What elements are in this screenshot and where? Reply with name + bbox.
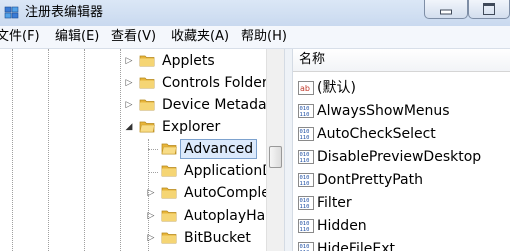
folder-icon	[139, 55, 155, 67]
column-header-name[interactable]: 名称	[293, 49, 510, 72]
menu-edit[interactable]: 编辑(E)	[55, 29, 99, 45]
minimize-button[interactable]	[424, 0, 468, 19]
folder-icon	[139, 77, 155, 89]
menu-view[interactable]: 查看(V)	[111, 29, 156, 45]
title-bar: 注册表编辑器	[0, 0, 510, 27]
window-title: 注册表编辑器	[25, 5, 104, 20]
pane-splitter[interactable]	[284, 49, 293, 251]
expand-arrow-icon[interactable]: ▷	[124, 100, 134, 110]
scrollbar-thumb[interactable]	[269, 146, 282, 168]
maximize-button[interactable]	[468, 0, 510, 19]
value-row-hidden[interactable]: 010 110 Hidden	[293, 215, 510, 238]
tree-item-device-metadata[interactable]: ▷ Device Metadata	[0, 95, 266, 117]
value-name: Filter	[317, 195, 352, 211]
open-folder-icon	[161, 143, 177, 155]
registry-editor-icon	[4, 6, 19, 19]
value-name: HideFileExt	[317, 241, 395, 251]
tree-item-autocomplete[interactable]: ▷ AutoComplet	[0, 183, 266, 205]
tree-item-label: Explorer	[162, 119, 221, 135]
expand-arrow-icon[interactable]: ▷	[146, 188, 156, 198]
menu-help[interactable]: 帮助(H)	[241, 29, 287, 45]
folder-icon	[161, 165, 177, 177]
tree-item-applicationd[interactable]: ApplicationD	[0, 161, 266, 183]
value-name: AlwaysShowMenus	[317, 103, 450, 119]
tree-item-label: ApplicationD	[184, 163, 266, 179]
binary-value-icon: 010 110	[298, 242, 314, 251]
value-name: AutoCheckSelect	[317, 126, 436, 142]
tree-item-explorer[interactable]: ◢ Explorer	[0, 117, 266, 139]
binary-value-icon: 010 110	[298, 150, 314, 164]
value-row-default[interactable]: ab (默认)	[293, 77, 510, 100]
expand-arrow-icon[interactable]: ▷	[124, 78, 134, 88]
tree-item-label: Advanced	[180, 139, 258, 159]
tree-item-label: AutoComplet	[184, 185, 266, 201]
binary-value-icon: 010 110	[298, 196, 314, 210]
value-name: Hidden	[317, 218, 367, 234]
tree-item-label: Device Metadata	[162, 97, 266, 113]
folder-icon	[161, 210, 177, 222]
value-name: (默认)	[317, 80, 356, 96]
tree-item-label: Controls Folder	[162, 75, 266, 91]
tree-item-bitbucket[interactable]: ▷ BitBucket	[0, 228, 266, 250]
tree-item-autoplayhandlers[interactable]: ▷ AutoplayHan	[0, 206, 266, 228]
minimize-icon	[440, 9, 452, 15]
expand-arrow-icon[interactable]: ▷	[146, 233, 156, 243]
value-row-alwaysshowmenus[interactable]: 010 110 AlwaysShowMenus	[293, 100, 510, 123]
column-header-label: 名称	[299, 52, 326, 67]
value-row-autocheckselect[interactable]: 010 110 AutoCheckSelect	[293, 123, 510, 146]
values-list[interactable]: 名称 ab (默认) 010 110 AlwaysShowMenus 010 1…	[293, 49, 510, 251]
binary-value-icon: 010 110	[298, 173, 314, 187]
expand-arrow-icon[interactable]: ▷	[124, 56, 134, 66]
tree-item-advanced[interactable]: Advanced	[0, 139, 266, 161]
svg-text:110: 110	[300, 181, 310, 187]
open-folder-icon	[139, 121, 155, 133]
value-row-dontprettypath[interactable]: 010 110 DontPrettyPath	[293, 169, 510, 192]
expand-arrow-icon[interactable]: ▷	[146, 211, 156, 221]
svg-text:110: 110	[300, 158, 310, 164]
folder-icon	[161, 232, 177, 244]
tree-item-label: BitBucket	[184, 230, 251, 246]
value-row-hidefileext[interactable]: 010 110 HideFileExt	[293, 238, 510, 251]
maximize-icon	[483, 3, 495, 15]
binary-value-icon: 010 110	[298, 219, 314, 233]
value-row-filter[interactable]: 010 110 Filter	[293, 192, 510, 215]
folder-icon	[161, 187, 177, 199]
tree-item-applets[interactable]: ▷ Applets	[0, 51, 266, 73]
value-name: DontPrettyPath	[317, 172, 423, 188]
svg-text:110: 110	[300, 135, 310, 141]
tree-item-controls-folder[interactable]: ▷ Controls Folder	[0, 73, 266, 95]
value-name: DisablePreviewDesktop	[317, 149, 482, 165]
registry-tree[interactable]: ▷ Applets ▷ Controls Folder ▷ Device Met…	[0, 49, 266, 251]
binary-value-icon: 010 110	[298, 104, 314, 118]
svg-text:110: 110	[300, 204, 310, 210]
collapse-arrow-icon[interactable]: ◢	[124, 122, 134, 132]
svg-text:110: 110	[300, 112, 310, 118]
menu-file[interactable]: 文件(F)	[0, 29, 40, 45]
svg-text:110: 110	[300, 227, 310, 233]
value-row-disablepreviewdesktop[interactable]: 010 110 DisablePreviewDesktop	[293, 146, 510, 169]
tree-item-label: Applets	[162, 53, 215, 69]
svg-text:ab: ab	[300, 84, 310, 93]
binary-value-icon: 010 110	[298, 127, 314, 141]
menu-favorites[interactable]: 收藏夹(A)	[171, 29, 229, 45]
menu-bar: 文件(F) 编辑(E) 查看(V) 收藏夹(A) 帮助(H)	[0, 26, 510, 49]
folder-icon	[139, 99, 155, 111]
tree-scrollbar[interactable]	[266, 49, 284, 251]
tree-item-label: AutoplayHan	[184, 208, 266, 224]
string-value-icon: ab	[298, 81, 314, 95]
